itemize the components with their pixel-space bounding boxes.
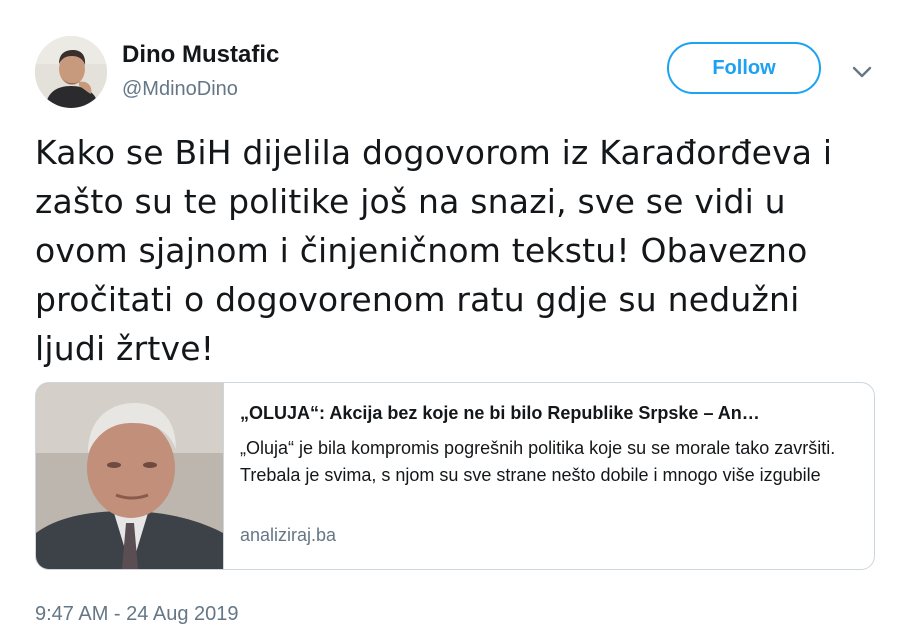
card-title[interactable]: „OLUJA“: Akcija bez koje ne bi bilo Repu… (240, 401, 856, 425)
tweet-text: Kako se BiH dijelila dogovorom iz Karađo… (35, 133, 833, 368)
chevron-down-icon[interactable] (850, 62, 874, 82)
avatar-photo (35, 36, 107, 108)
user-handle[interactable]: @MdinoDino (122, 76, 238, 102)
avatar[interactable] (35, 36, 107, 108)
tweet-timestamp[interactable]: 9:47 AM - 24 Aug 2019 (35, 601, 239, 627)
card-description: „Oluja“ je bila kompromis pogrešnih poli… (240, 438, 836, 485)
card-domain: analiziraj.ba (240, 525, 337, 545)
display-name[interactable]: Dino Mustafic (122, 40, 279, 70)
link-card[interactable]: „OLUJA“: Akcija bez koje ne bi bilo Repu… (35, 382, 875, 570)
follow-button[interactable]: Follow (667, 42, 821, 94)
card-thumbnail (36, 383, 224, 569)
